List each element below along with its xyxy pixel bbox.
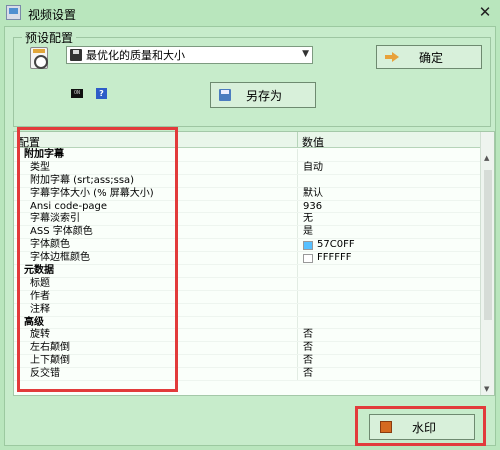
scroll-up-icon[interactable]: ▲ (484, 154, 489, 162)
command-line-icon[interactable]: ON (71, 89, 83, 98)
preset-group-label: 预设配置 (22, 29, 77, 46)
preset-group: 预设配置 最优化的质量和大小 ▼ 确定 ON ? 另存为 (13, 29, 491, 127)
property-value: 57C0FF (303, 239, 355, 252)
property-value-text: 自动 (303, 161, 323, 173)
property-value: 自动 (303, 162, 323, 175)
property-value-text: 否 (303, 355, 313, 367)
property-value-text: 默认 (303, 187, 323, 199)
media-file-icon (30, 47, 48, 69)
title-bar: 视频设置 ✕ (0, 0, 500, 26)
property-value: 936 (303, 201, 322, 214)
property-value: 默认 (303, 188, 323, 201)
property-value-text: 无 (303, 213, 313, 225)
ok-button-label: 确定 (418, 50, 443, 65)
arrow-right-icon (385, 51, 399, 63)
window-title: 视频设置 (28, 8, 77, 22)
chevron-down-icon[interactable]: ▼ (302, 49, 309, 59)
preset-selected-value: 最优化的质量和大小 (86, 49, 185, 62)
color-swatch[interactable] (303, 241, 313, 251)
color-swatch[interactable] (303, 254, 313, 264)
save-icon (219, 89, 231, 101)
property-value: FFFFFF (303, 252, 352, 265)
property-value: 否 (303, 342, 313, 355)
property-value: 否 (303, 368, 313, 381)
ok-button[interactable]: 确定 (376, 45, 482, 69)
save-as-button-label: 另存为 (245, 88, 282, 103)
vertical-scrollbar[interactable]: ▲ ▼ (480, 132, 494, 395)
close-icon[interactable]: ✕ (474, 3, 496, 21)
preset-dropdown[interactable]: 最优化的质量和大小 ▼ (66, 46, 313, 64)
property-value-text: 57C0FF (317, 239, 355, 251)
save-as-button[interactable]: 另存为 (210, 82, 316, 108)
highlight-outline-watermark (355, 406, 486, 446)
floppy-disk-icon (70, 49, 82, 61)
highlight-outline-settings (17, 127, 178, 392)
property-value-text: 否 (303, 329, 313, 341)
scroll-down-icon[interactable]: ▼ (484, 385, 489, 393)
property-value: 否 (303, 329, 313, 342)
header-value: 数值 (302, 136, 324, 149)
scroll-thumb[interactable] (484, 170, 492, 320)
app-icon (6, 5, 21, 20)
property-value: 是 (303, 226, 313, 239)
property-value: 无 (303, 213, 313, 226)
property-value-text: 否 (303, 342, 313, 354)
help-icon[interactable]: ? (96, 88, 107, 99)
property-value: 否 (303, 355, 313, 368)
property-value-text: 否 (303, 368, 313, 380)
property-value-text: 936 (303, 200, 323, 212)
property-value-text: FFFFFF (317, 252, 352, 264)
property-value-text: 是 (303, 226, 313, 238)
